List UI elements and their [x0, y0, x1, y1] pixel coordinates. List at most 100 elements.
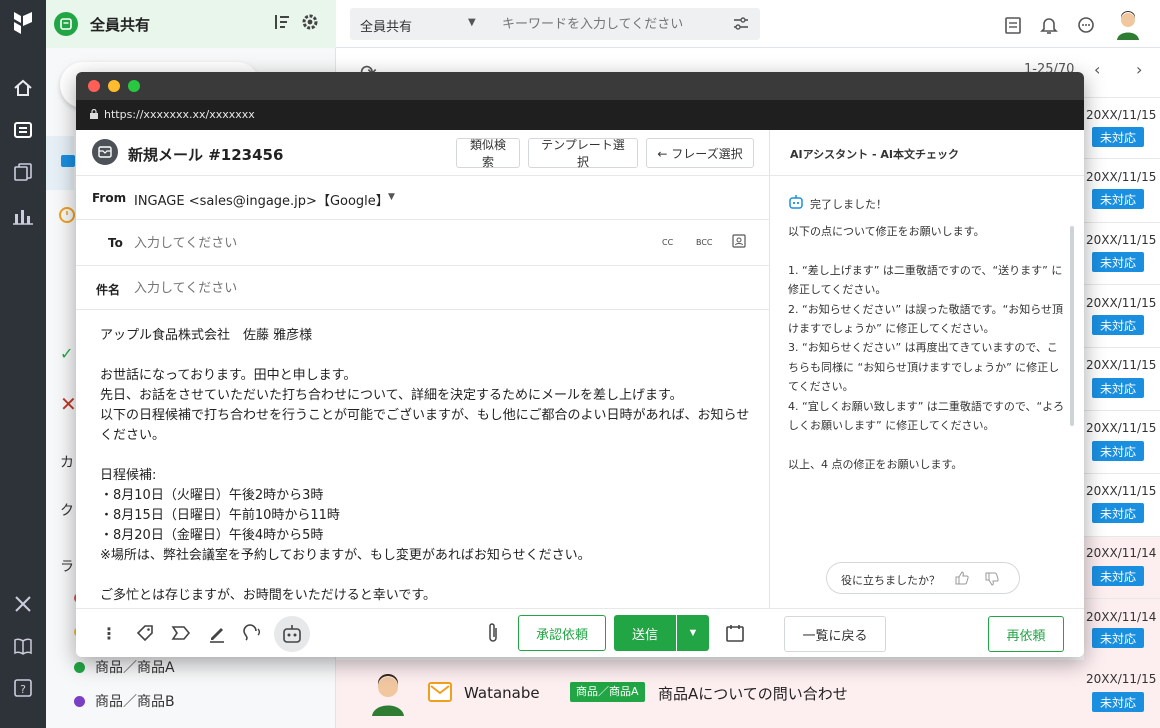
sidebar-category-a[interactable]: 商品／商品A [74, 657, 175, 677]
similar-search-button[interactable]: 類似検索 [456, 138, 520, 169]
tools-icon[interactable] [11, 592, 35, 616]
address-book-icon[interactable] [732, 234, 746, 248]
sidebar-label[interactable]: ク [60, 500, 74, 520]
sidebar-label[interactable]: ラ [60, 556, 74, 576]
clipboard-icon[interactable] [1004, 15, 1022, 39]
bell-icon[interactable] [1040, 15, 1058, 39]
url-text: https://xxxxxxx.xx/xxxxxxx [104, 108, 255, 121]
row-date: 20XX/11/15 [1086, 170, 1157, 184]
lock-icon [90, 109, 98, 119]
bcc-button[interactable]: BCC [696, 238, 713, 247]
table-row[interactable]: Watanabe 商品／商品A 商品Aについての問い合わせ 20XX/11/15… [336, 660, 1160, 728]
app-logo-icon [14, 12, 32, 34]
close-window-button[interactable] [88, 80, 100, 92]
more-icon[interactable]: ⋮ [98, 622, 120, 644]
row-date: 20XX/11/15 [1086, 296, 1157, 310]
status-badge[interactable]: 未対応 [1092, 441, 1144, 461]
status-badge[interactable]: 未対応 [1092, 628, 1144, 648]
status-badge[interactable]: 未対応 [1092, 127, 1144, 147]
email-body-editor[interactable]: アップル食品株式会社 佐藤 雅彦様 お世話になっております。田中と申します。 先… [100, 326, 760, 606]
sidebar-item-active[interactable] [46, 136, 75, 190]
manual-book-icon[interactable] [11, 634, 35, 658]
search-scope-select[interactable]: 全員共有 [360, 16, 412, 35]
category-tag[interactable]: 商品／商品A [570, 682, 645, 702]
thumbs-down-icon[interactable] [985, 572, 999, 586]
chevron-down-icon[interactable]: ▼ [388, 192, 395, 202]
avatar [372, 674, 404, 716]
row-date: 20XX/11/15 [1086, 421, 1157, 435]
chevron-down-icon[interactable]: ▼ [468, 17, 476, 28]
documents-icon[interactable] [11, 160, 35, 184]
robot-icon [283, 625, 301, 643]
ai-assistant-button[interactable] [274, 616, 310, 652]
from-field: From INGAGE <sales@ingage.jp>【Google】 ▼ [76, 176, 770, 220]
send-button[interactable]: 送信 [614, 615, 676, 651]
phrase-select-button[interactable]: ← フレーズ選択 [646, 138, 754, 168]
sort-icon[interactable] [272, 12, 292, 36]
send-options-chevron-icon[interactable]: ▼ [677, 615, 709, 651]
ai-assistant-pane: AIアシスタント - AI本文チェック 完了しました！ 以下の点について修正をお… [770, 130, 1084, 657]
feedback-question: 役に立ちましたか？ [841, 574, 940, 587]
search-bar: 全員共有 ▼ [350, 8, 760, 40]
address-bar[interactable]: https://xxxxxxx.xx/xxxxxxx [76, 100, 1084, 130]
minimize-window-button[interactable] [108, 80, 120, 92]
robot-icon [789, 195, 803, 209]
status-badge[interactable]: 未対応 [1092, 503, 1144, 523]
subject-label: 件名 [96, 283, 121, 297]
search-input[interactable] [492, 8, 722, 40]
inbox-icon[interactable] [11, 118, 35, 142]
reports-icon[interactable] [11, 204, 35, 228]
sidebar-label[interactable]: カ [60, 452, 74, 472]
status-badge[interactable]: 未対応 [1092, 315, 1144, 335]
status-badge[interactable]: 未対応 [1092, 378, 1144, 398]
x-icon: ✕ [60, 392, 77, 416]
row-date: 20XX/11/15 [1086, 358, 1157, 372]
assistant-message: 以下の点について修正をお願いします。 1. “差し上げます” は二重敬語ですので… [788, 225, 1065, 471]
category-dot [74, 662, 85, 673]
next-page-button[interactable]: › [1136, 60, 1142, 79]
cc-button[interactable]: CC [662, 238, 673, 247]
to-input[interactable] [134, 233, 514, 253]
status-badge[interactable]: 未対応 [1092, 566, 1144, 586]
status-badge[interactable]: 未対応 [1092, 692, 1144, 712]
from-select[interactable]: INGAGE <sales@ingage.jp>【Google】 [134, 190, 389, 209]
help-icon[interactable]: ? [11, 676, 35, 700]
back-to-list-button[interactable]: 一覧に戻る [784, 616, 886, 652]
filter-icon[interactable] [732, 15, 750, 37]
row-date: 20XX/11/14 [1086, 546, 1157, 560]
re-request-button[interactable]: 再依頼 [988, 616, 1064, 652]
row-date: 20XX/11/15 [1086, 672, 1157, 686]
assistant-scrollbar[interactable] [1070, 226, 1074, 426]
maximize-window-button[interactable] [128, 80, 140, 92]
team-name[interactable]: 全員共有 [90, 14, 150, 35]
template-select-button[interactable]: テンプレート選択 [528, 138, 638, 169]
approval-request-button[interactable]: 承認依頼 [518, 615, 606, 651]
prev-page-button[interactable]: ‹ [1094, 60, 1100, 79]
window-titlebar [76, 72, 1084, 100]
pen-icon[interactable] [206, 622, 228, 644]
avatar[interactable] [1114, 10, 1142, 44]
category-dot [74, 696, 85, 707]
sidebar-category-b[interactable]: 商品／商品B [74, 691, 175, 711]
paperclip-icon[interactable] [482, 622, 504, 644]
to-field: To CC BCC [76, 220, 770, 266]
to-label: To [108, 236, 123, 250]
status-badge[interactable]: 未対応 [1092, 189, 1144, 209]
feedback-pill: 役に立ちましたか？ [826, 562, 1020, 594]
subject-field: 件名 [76, 266, 770, 310]
mail-icon [92, 139, 118, 165]
label-icon[interactable] [170, 622, 192, 644]
schedule-calendar-icon[interactable] [724, 622, 746, 644]
voice-icon[interactable] [240, 622, 262, 644]
home-icon[interactable] [11, 76, 35, 100]
row-subject: 商品Aについての問い合わせ [658, 685, 848, 703]
chat-icon[interactable] [1076, 15, 1096, 39]
subject-input[interactable] [134, 278, 514, 298]
thumbs-up-icon[interactable] [955, 571, 969, 585]
row-date: 20XX/11/15 [1086, 484, 1157, 498]
tag-icon[interactable] [134, 622, 156, 644]
status-badge[interactable]: 未対応 [1092, 252, 1144, 272]
row-date: 20XX/11/15 [1086, 233, 1157, 247]
compose-header: 新規メール #123456 類似検索 テンプレート選択 ← フレーズ選択 [76, 130, 770, 176]
gear-icon[interactable] [300, 12, 320, 36]
